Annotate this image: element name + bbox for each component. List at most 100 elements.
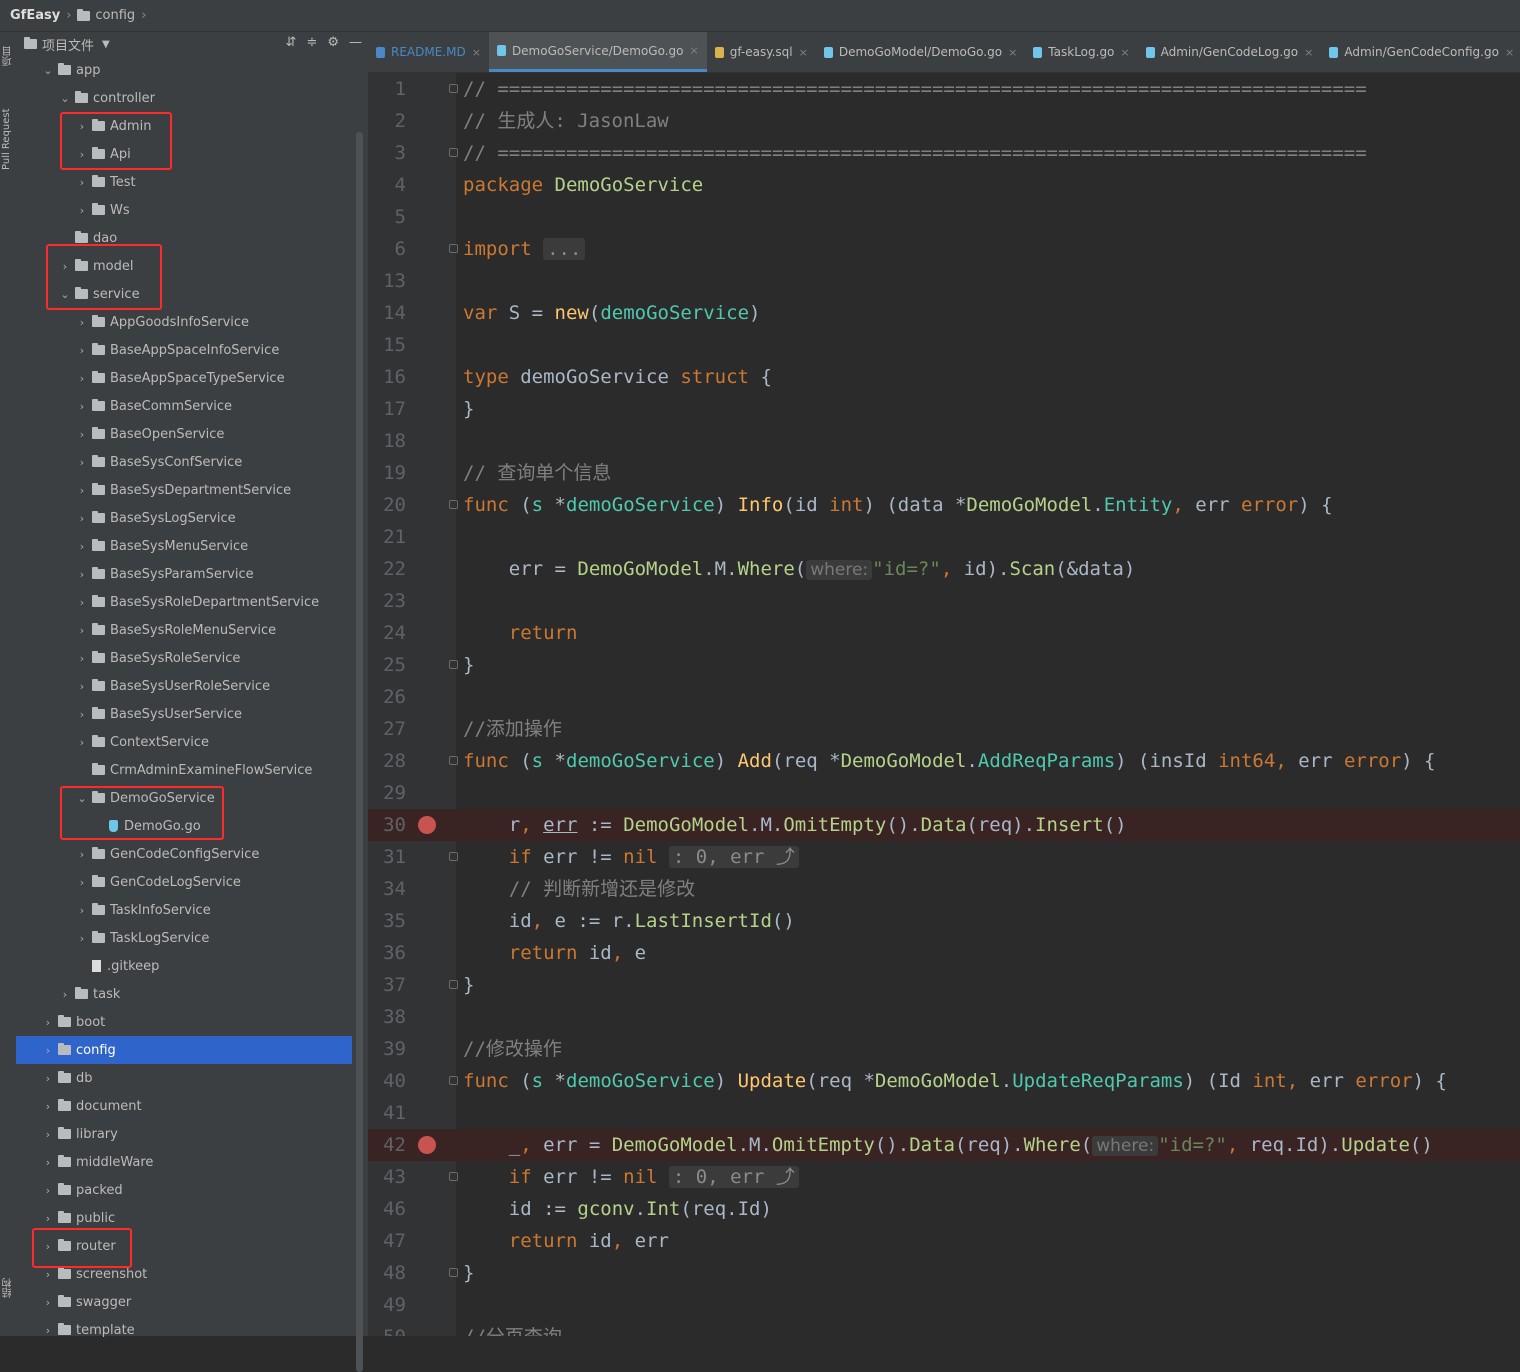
chevron-right-icon[interactable]: › [75, 596, 89, 609]
line-number[interactable]: 35 [368, 905, 406, 937]
line-number[interactable]: 31 [368, 841, 406, 873]
fold-marker-icon[interactable] [449, 852, 458, 861]
tree-item[interactable]: DemoGo.go [16, 812, 352, 840]
tree-item[interactable]: › BaseAppSpaceTypeService [16, 364, 352, 392]
editor-tab[interactable]: DemoGoService/DemoGo.go × [488, 32, 707, 72]
tree-item[interactable]: › TaskInfoService [16, 896, 352, 924]
line-number[interactable]: 23 [368, 585, 406, 617]
close-icon[interactable]: × [1304, 46, 1313, 59]
tree-item[interactable]: › packed [16, 1176, 352, 1204]
tree-item[interactable]: › Ws [16, 196, 352, 224]
line-number[interactable]: 41 [368, 1097, 406, 1129]
tree-item[interactable]: › BaseCommService [16, 392, 352, 420]
fold-marker-icon[interactable] [449, 500, 458, 509]
editor-tab[interactable]: TaskLog.go × [1025, 32, 1137, 72]
tree-item[interactable]: › config [16, 1036, 352, 1064]
chevron-right-icon[interactable]: › [41, 1212, 55, 1225]
chevron-down-icon[interactable]: ⌄ [58, 92, 72, 105]
chevron-right-icon[interactable]: › [58, 260, 72, 273]
editor-tab[interactable]: DemoGoModel/DemoGo.go × [816, 32, 1025, 72]
fold-marker-icon[interactable] [449, 660, 458, 669]
line-number[interactable]: 42 [368, 1129, 406, 1161]
chevron-right-icon[interactable]: › [75, 736, 89, 749]
chevron-right-icon[interactable]: › [75, 176, 89, 189]
line-number[interactable]: 5 [368, 201, 406, 233]
fold-marker-icon[interactable] [449, 1268, 458, 1277]
chevron-right-icon[interactable]: › [41, 1240, 55, 1253]
tree-item[interactable]: ⌄ app [16, 56, 352, 84]
chevron-right-icon[interactable]: › [75, 512, 89, 525]
tree-item[interactable]: › boot [16, 1008, 352, 1036]
chevron-down-icon[interactable]: ⌄ [41, 64, 55, 77]
line-number[interactable]: 26 [368, 681, 406, 713]
line-number[interactable]: 28 [368, 745, 406, 777]
line-number[interactable]: 40 [368, 1065, 406, 1097]
line-number[interactable]: 22 [368, 553, 406, 585]
chevron-right-icon[interactable]: › [75, 932, 89, 945]
tree-item[interactable]: CrmAdminExamineFlowService [16, 756, 352, 784]
project-tool-button[interactable]: 项目 [1, 38, 15, 74]
line-number[interactable]: 30 [368, 809, 406, 841]
line-number[interactable]: 14 [368, 297, 406, 329]
tree-item[interactable]: › library [16, 1120, 352, 1148]
line-number[interactable]: 19 [368, 457, 406, 489]
tree-item[interactable]: dao [16, 224, 352, 252]
tree-item[interactable]: › BaseSysDepartmentService [16, 476, 352, 504]
line-number[interactable]: 47 [368, 1225, 406, 1257]
chevron-right-icon[interactable]: › [75, 316, 89, 329]
line-number[interactable]: 20 [368, 489, 406, 521]
chevron-right-icon[interactable]: › [75, 680, 89, 693]
chevron-right-icon[interactable]: › [75, 876, 89, 889]
line-number[interactable]: 37 [368, 969, 406, 1001]
chevron-right-icon[interactable]: › [75, 540, 89, 553]
line-number[interactable]: 36 [368, 937, 406, 969]
code-editor[interactable]: 1 // ====================================… [368, 73, 1520, 1336]
pull-request-tool-button[interactable]: Pull Request [1, 94, 15, 184]
tree-item[interactable]: › TaskLogService [16, 924, 352, 952]
close-icon[interactable]: × [689, 44, 698, 57]
editor-tab[interactable]: Admin/GenCodeLog.go × [1138, 32, 1322, 72]
tree-item[interactable]: › BaseAppSpaceInfoService [16, 336, 352, 364]
editor-tab[interactable]: Admin/GenCodeConfig.go × [1321, 32, 1520, 72]
tree-item[interactable]: › BaseSysUserRoleService [16, 672, 352, 700]
chevron-right-icon[interactable]: › [41, 1296, 55, 1309]
chevron-right-icon[interactable]: › [75, 148, 89, 161]
folded-region[interactable]: ... [543, 238, 586, 260]
tree-item[interactable]: › GenCodeLogService [16, 868, 352, 896]
chevron-right-icon[interactable]: › [41, 1016, 55, 1029]
chevron-right-icon[interactable]: › [41, 1100, 55, 1113]
chevron-right-icon[interactable]: › [41, 1268, 55, 1281]
line-number[interactable]: 49 [368, 1289, 406, 1321]
structure-tool-button[interactable]: 结构 [1, 1268, 15, 1308]
tree-item[interactable]: › AppGoodsInfoService [16, 308, 352, 336]
dropdown-arrow-icon[interactable]: ▼ [102, 39, 110, 50]
chevron-down-icon[interactable]: ⌄ [75, 792, 89, 805]
tree-item[interactable]: › swagger [16, 1288, 352, 1316]
chevron-right-icon[interactable]: › [75, 428, 89, 441]
line-number[interactable]: 34 [368, 873, 406, 905]
chevron-right-icon[interactable]: › [75, 484, 89, 497]
folded-region[interactable]: : 0, err ⤴ [668, 846, 799, 868]
fold-marker-icon[interactable] [449, 1172, 458, 1181]
line-number[interactable]: 18 [368, 425, 406, 457]
tree-item[interactable]: › middleWare [16, 1148, 352, 1176]
line-number[interactable]: 39 [368, 1033, 406, 1065]
tree-item[interactable]: › db [16, 1064, 352, 1092]
chevron-right-icon[interactable]: › [75, 848, 89, 861]
tree-item[interactable]: › Api [16, 140, 352, 168]
fold-marker-icon[interactable] [449, 244, 458, 253]
tree-scrollbar[interactable] [356, 132, 363, 1372]
project-panel-title[interactable]: 项目文件 [42, 35, 94, 54]
breakpoint-icon[interactable] [418, 1136, 436, 1154]
fold-marker-icon[interactable] [449, 980, 458, 989]
chevron-right-icon[interactable]: › [41, 1184, 55, 1197]
line-number[interactable]: 46 [368, 1193, 406, 1225]
line-number[interactable]: 27 [368, 713, 406, 745]
tree-item[interactable]: › document [16, 1092, 352, 1120]
line-number[interactable]: 50 [368, 1321, 406, 1336]
tree-item[interactable]: ⌄ DemoGoService [16, 784, 352, 812]
tree-item[interactable]: › task [16, 980, 352, 1008]
fold-marker-icon[interactable] [449, 756, 458, 765]
chevron-right-icon[interactable]: › [75, 120, 89, 133]
tree-item[interactable]: › Admin [16, 112, 352, 140]
